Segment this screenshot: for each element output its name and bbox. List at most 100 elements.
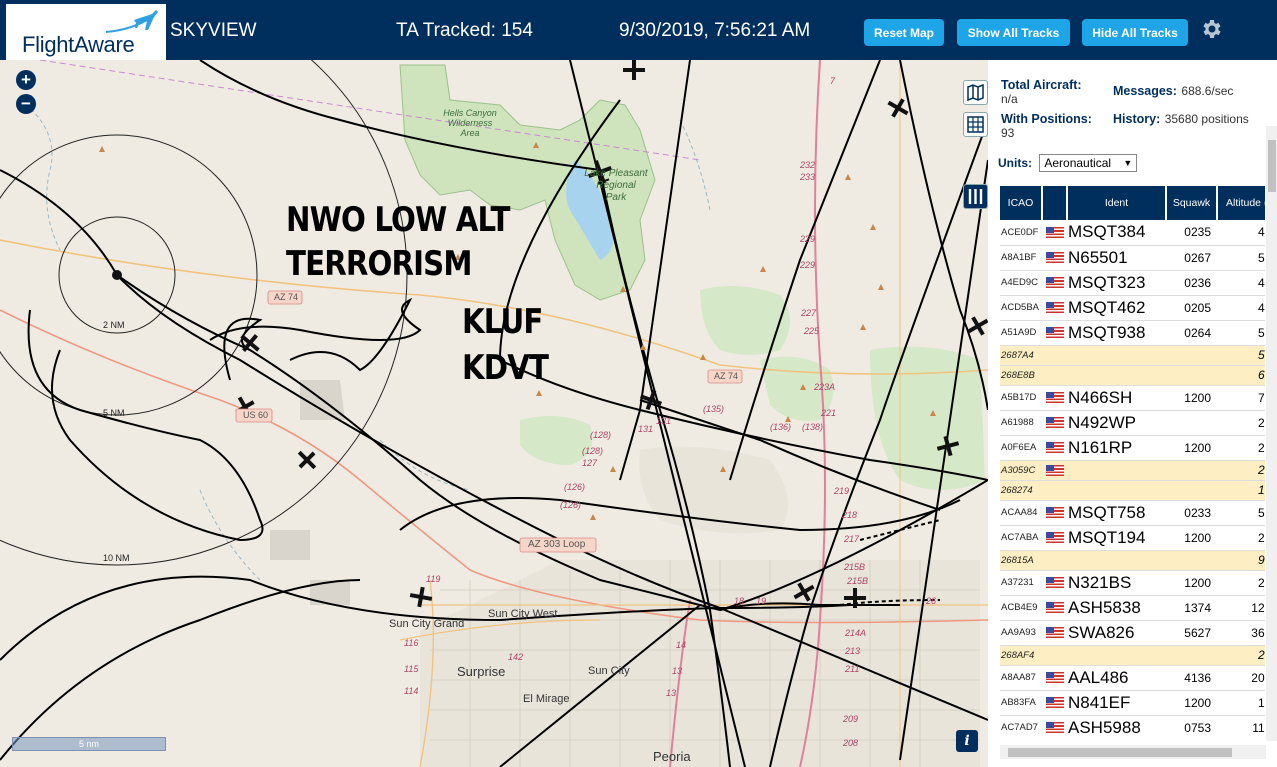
app-title: SKYVIEW <box>170 20 257 41</box>
cell-flag <box>1042 620 1067 646</box>
flightaware-logo[interactable]: FlightAware <box>6 4 166 60</box>
peoria-label: Peoria <box>653 749 691 764</box>
cell-altitude: 2,525 <box>1217 410 1265 436</box>
cell-flag <box>1042 410 1067 436</box>
horizontal-scroll-thumb[interactable] <box>1008 748 1232 757</box>
cell-squawk <box>1166 550 1217 571</box>
grid-icon <box>967 116 984 133</box>
cell-flag <box>1042 345 1067 366</box>
zoom-out-button[interactable]: − <box>16 94 36 114</box>
cell-flag <box>1042 715 1067 740</box>
table-row[interactable]: ACD5BA MSQT46202054,800 <box>1000 295 1265 321</box>
table-row[interactable]: 268E8B 6,600 <box>1000 365 1265 386</box>
us-flag-icon <box>1045 417 1064 429</box>
gear-icon[interactable] <box>1199 17 1223 41</box>
table-row[interactable]: A8AA87 AAL486413620,075 <box>1000 665 1265 691</box>
cell-squawk <box>1166 480 1217 501</box>
hells-canyon-label: Hells Canyon Wilderness Area <box>443 108 497 138</box>
aircraft-panel: Total Aircraft: n/a Messages: 688.6/sec … <box>988 60 1277 767</box>
table-row[interactable]: A4ED9C MSQT32302364,700 <box>1000 270 1265 296</box>
cell-ident: MSQT938 <box>1067 320 1166 346</box>
cell-altitude: 1,775 <box>1217 690 1265 716</box>
cell-flag <box>1042 690 1067 716</box>
cell-icao: ACB4E9 <box>1000 595 1042 621</box>
cell-ident <box>1067 345 1166 366</box>
map-canvas[interactable] <box>0 60 988 767</box>
table-row[interactable]: A0F6EA N161RP12002,100 <box>1000 435 1265 461</box>
top-header: FlightAware SKYVIEW TA Tracked: 154 9/30… <box>0 0 1277 60</box>
cell-squawk: 1200 <box>1166 525 1217 551</box>
table-row[interactable]: AB83FA N841EF12001,775 <box>1000 690 1265 716</box>
table-row[interactable]: A5B17D N466SH12007,700 <box>1000 385 1265 411</box>
table-row[interactable]: A8A1BF N6550102675,375 <box>1000 245 1265 271</box>
show-all-tracks-button[interactable]: Show All Tracks <box>957 19 1070 46</box>
cell-altitude: 5,375 <box>1217 245 1265 271</box>
hide-all-tracks-button[interactable]: Hide All Tracks <box>1082 19 1188 46</box>
cell-squawk: 1200 <box>1166 690 1217 716</box>
aircraft-table-body: ACE0DFMSQT38402354,600A8A1BFN6550102675,… <box>1000 220 1265 740</box>
overlay-airport-kluf: KLUF <box>462 302 543 342</box>
table-row[interactable]: ACAA84 MSQT75802335,500 <box>1000 500 1265 526</box>
cell-icao: AA9A93 <box>1000 620 1042 646</box>
cell-squawk <box>1166 460 1217 481</box>
column-toggle-button[interactable] <box>963 184 988 209</box>
table-row[interactable]: A37231 N321BS12002,200 <box>1000 570 1265 596</box>
cell-squawk: 0235 <box>1166 220 1217 246</box>
az74-shield-east: AZ 74 <box>714 371 739 381</box>
zoom-in-button[interactable]: + <box>16 70 36 90</box>
reset-map-button[interactable]: Reset Map <box>864 19 944 46</box>
us-flag-icon <box>1045 507 1064 519</box>
cell-ident: SWA826 <box>1067 620 1166 646</box>
col-header-flag[interactable] <box>1042 186 1068 220</box>
cell-altitude: 5,500 <box>1217 345 1265 366</box>
vertical-scrollbar[interactable] <box>1266 126 1277 741</box>
cell-ident: AAL486 <box>1067 665 1166 691</box>
table-row[interactable]: ACB4E9 ASH5838137412,400 <box>1000 595 1265 621</box>
cell-flag <box>1042 435 1067 461</box>
map-layer-button[interactable] <box>963 80 988 105</box>
cell-icao: A37231 <box>1000 570 1042 596</box>
info-button[interactable]: i <box>956 730 978 752</box>
cell-altitude: 9,275 <box>1217 550 1265 571</box>
aircraft-table-container[interactable]: ICAO Ident Squawk Altitude (ft) ACE0DF MS… <box>1000 186 1265 740</box>
col-header-altitude[interactable]: Altitude (ft) <box>1217 186 1265 220</box>
us-flag-icon <box>1045 722 1064 734</box>
map-view[interactable]: Hells Canyon Wilderness Area Lake Pleasant… <box>0 60 988 767</box>
table-row[interactable]: A51A9D MSQT93802645,100 <box>1000 320 1265 346</box>
table-row[interactable]: A3059C 2,300 <box>1000 460 1265 481</box>
cell-altitude: 6,600 <box>1217 365 1265 386</box>
col-header-squawk[interactable]: Squawk <box>1166 186 1218 220</box>
grid-toggle-button[interactable] <box>963 112 988 137</box>
cell-flag <box>1042 665 1067 691</box>
aircraft-table: ICAO Ident Squawk Altitude (ft) ACE0DF MS… <box>1000 186 1265 740</box>
table-row[interactable]: 268274 1,100 <box>1000 480 1265 501</box>
cell-squawk: 0236 <box>1166 270 1217 296</box>
cell-ident: MSQT758 <box>1067 500 1166 526</box>
az303-shield: AZ 303 Loop <box>528 539 586 550</box>
with-positions-stat: With Positions: 93 <box>1001 112 1092 140</box>
cell-ident <box>1067 365 1166 386</box>
cell-icao: 2687A4 <box>1000 345 1042 366</box>
cell-altitude: 12,400 <box>1217 595 1265 621</box>
table-header-row: ICAO Ident Squawk Altitude (ft) <box>1000 186 1265 220</box>
cell-squawk: 4136 <box>1166 665 1217 691</box>
col-header-icao[interactable]: ICAO <box>1000 186 1043 220</box>
table-row[interactable]: ACE0DF MSQT38402354,600 <box>1000 220 1265 246</box>
table-row[interactable]: AA9A93 SWA826562736,000 <box>1000 620 1265 646</box>
cell-squawk: 0753 <box>1166 715 1217 740</box>
cell-ident: MSQT462 <box>1067 295 1166 321</box>
table-row[interactable]: 26815A 9,275 <box>1000 550 1265 571</box>
table-row[interactable]: AC7AD7 ASH5988075311,475 <box>1000 715 1265 740</box>
range-ring-5nm: 5 NM <box>103 408 125 418</box>
cell-squawk: 1200 <box>1166 570 1217 596</box>
vertical-scroll-thumb[interactable] <box>1268 140 1276 192</box>
cell-flag <box>1042 365 1067 386</box>
table-row[interactable]: AC7ABA MSQT19412002,400 <box>1000 525 1265 551</box>
table-row[interactable]: 2687A4 5,500 <box>1000 345 1265 366</box>
units-select[interactable]: Aeronautical ▼ <box>1039 154 1138 172</box>
range-ring-2nm: 2 NM <box>103 320 125 330</box>
col-header-ident[interactable]: Ident <box>1067 186 1167 220</box>
table-row[interactable]: A61988 N492WP 2,525 <box>1000 410 1265 436</box>
cell-altitude: 2,100 <box>1217 435 1265 461</box>
table-row[interactable]: 268AF4 2,600 <box>1000 645 1265 666</box>
